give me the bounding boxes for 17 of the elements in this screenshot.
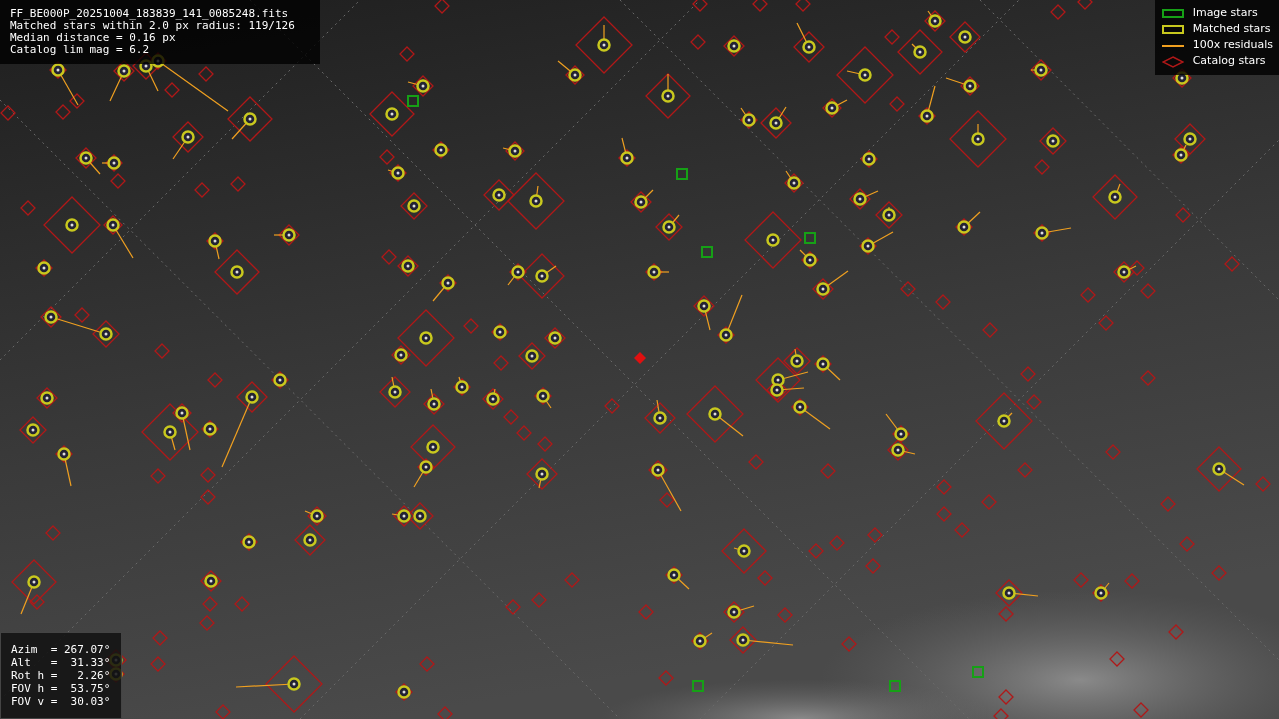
legend-label: Catalog stars xyxy=(1192,53,1266,70)
info-text: FF_BE000P_20251004_183839_141_0085248.fits xyxy=(10,8,290,20)
legend-label: Image stars xyxy=(1192,5,1258,22)
pointing-text: FOV h = 53.75° xyxy=(11,682,111,695)
diamond-icon xyxy=(1161,55,1184,68)
info-text: Matched stars within 2.0 px radius: 119/126 xyxy=(10,20,296,32)
legend-label: 100x residuals xyxy=(1192,37,1273,54)
info-text: Median distance = 0.16 px xyxy=(10,32,177,44)
pointing-text: Alt = 31.33° xyxy=(11,656,111,669)
pointing-text: Azim = 267.07° xyxy=(11,643,111,656)
pointing-text: Rot h = 2.26° xyxy=(11,669,111,682)
line-icon xyxy=(1161,44,1184,47)
legend-label: Matched stars xyxy=(1192,21,1271,38)
outlined-rectangle-icon xyxy=(1161,25,1184,34)
rectangle-icon xyxy=(1161,9,1184,18)
info-text: Catalog lim mag = 6.2 xyxy=(10,44,151,56)
pointing-text: FOV v = 30.03° xyxy=(11,695,111,708)
